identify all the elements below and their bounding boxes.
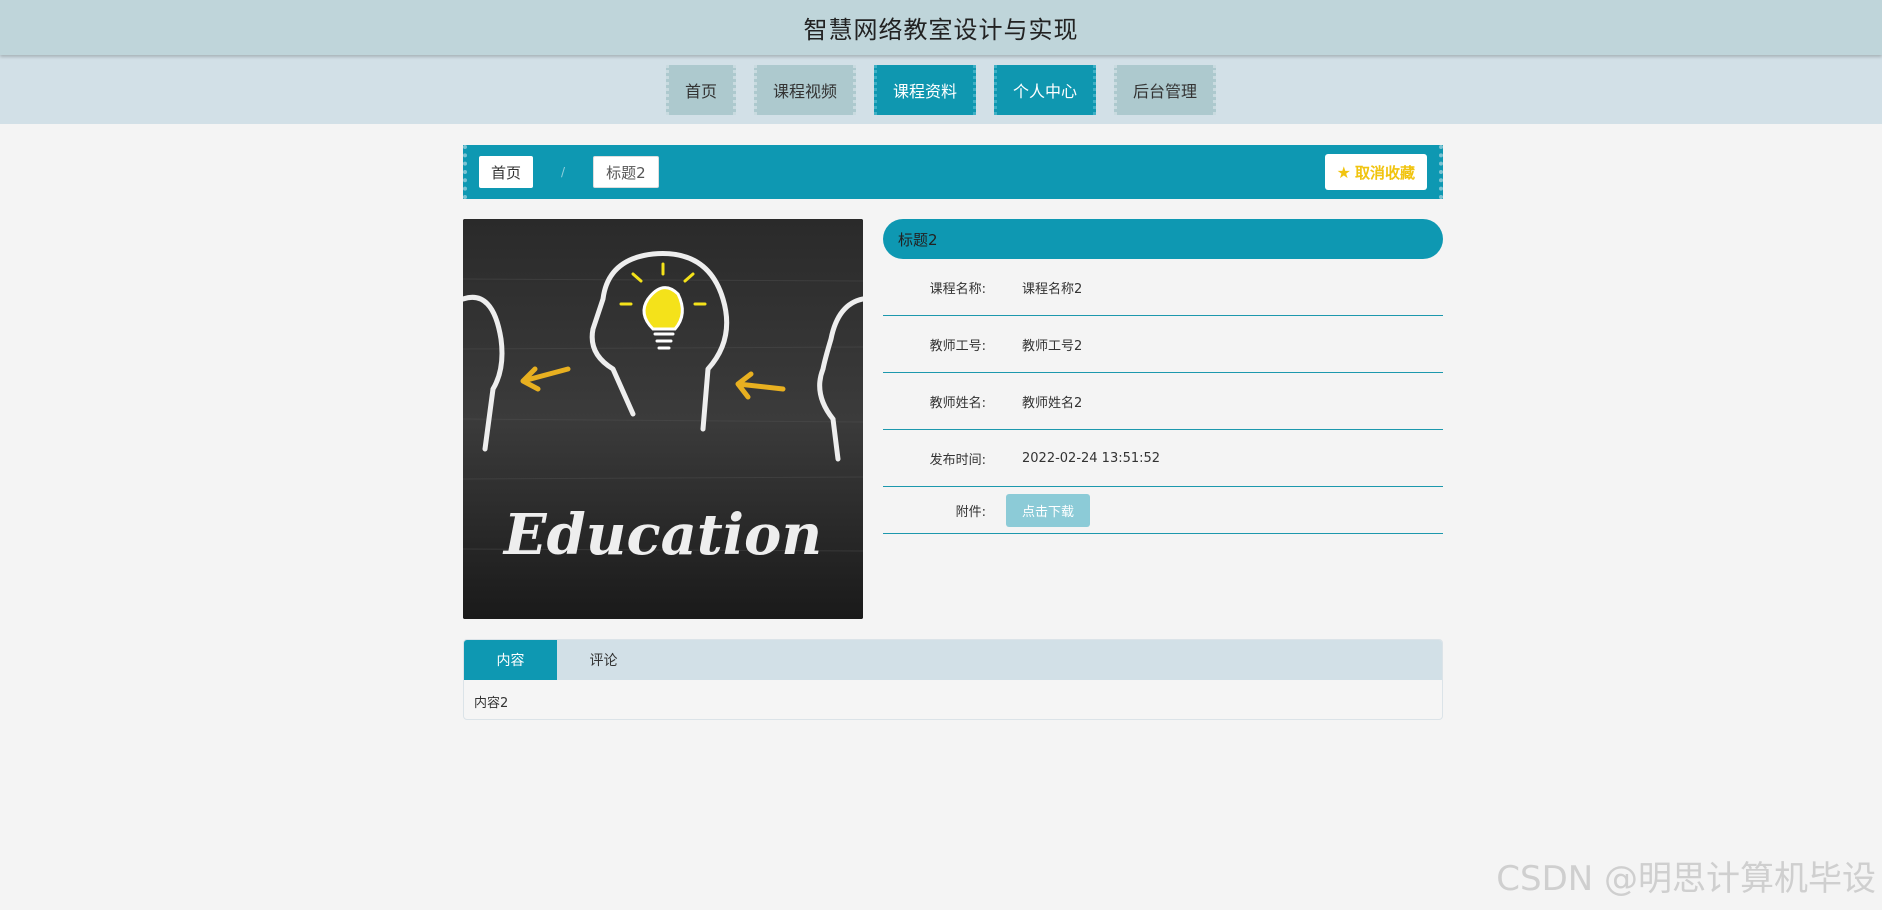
detail-value: 2022-02-24 13:51:52 [1022, 450, 1161, 466]
detail-label: 教师姓名: [929, 395, 986, 411]
tab-comments[interactable]: 评论 [557, 640, 650, 680]
nav-item-personal-center[interactable]: 个人中心 [994, 64, 1097, 115]
education-illustration: Education [463, 219, 863, 619]
download-button[interactable]: 点击下载 [1006, 493, 1091, 527]
unfavorite-button[interactable]: ★ 取消收藏 [1324, 154, 1427, 190]
detail-title: 标题2 [883, 219, 1443, 259]
detail-label: 教师工号: [929, 338, 986, 354]
detail-row-teacher-name: 教师姓名: 教师姓名2 [883, 373, 1443, 430]
detail-label: 课程名称: [929, 281, 986, 297]
detail-row-teacher-id: 教师工号: 教师工号2 [883, 316, 1443, 373]
breadcrumb: 首页 / 标题2 ★ 取消收藏 [463, 145, 1443, 199]
detail-row-attachment: 附件: 点击下载 [883, 487, 1443, 534]
detail-value: 课程名称2 [1022, 281, 1083, 297]
course-detail: 标题2 课程名称: 课程名称2 教师工号: 教师工号2 教师姓名: 教师姓名2 … [883, 219, 1443, 534]
tab-content-body: 内容2 [474, 696, 509, 711]
main-nav: 首页 课程视频 课程资料 个人中心 后台管理 [0, 55, 1882, 124]
nav-item-home[interactable]: 首页 [665, 64, 736, 115]
breadcrumb-current[interactable]: 标题2 [593, 156, 659, 188]
content-tabs: 内容 评论 内容2 [463, 639, 1443, 720]
course-cover-image: Education [463, 219, 863, 619]
unfavorite-label: 取消收藏 [1354, 163, 1415, 182]
detail-value: 教师工号2 [1022, 338, 1083, 354]
nav-item-course-material[interactable]: 课程资料 [873, 64, 976, 115]
detail-row-course-name: 课程名称: 课程名称2 [883, 259, 1443, 316]
detail-row-publish-time: 发布时间: 2022-02-24 13:51:52 [883, 430, 1443, 487]
nav-item-admin[interactable]: 后台管理 [1114, 64, 1217, 115]
tab-content[interactable]: 内容 [464, 640, 557, 680]
detail-label: 发布时间: [929, 452, 986, 468]
star-icon: ★ [1336, 162, 1351, 182]
breadcrumb-separator: / [561, 165, 566, 179]
detail-label: 附件: [955, 504, 986, 520]
nav-item-course-video[interactable]: 课程视频 [753, 64, 856, 115]
detail-value: 教师姓名2 [1022, 395, 1083, 411]
watermark: CSDN @明思计算机毕设 [1496, 859, 1876, 899]
cover-word: Education [502, 502, 822, 568]
breadcrumb-home[interactable]: 首页 [479, 156, 534, 188]
title-bar: 智慧网络教室设计与实现 [0, 0, 1882, 55]
site-title: 智慧网络教室设计与实现 [803, 16, 1079, 44]
tab-strip: 内容 评论 [464, 640, 1442, 680]
